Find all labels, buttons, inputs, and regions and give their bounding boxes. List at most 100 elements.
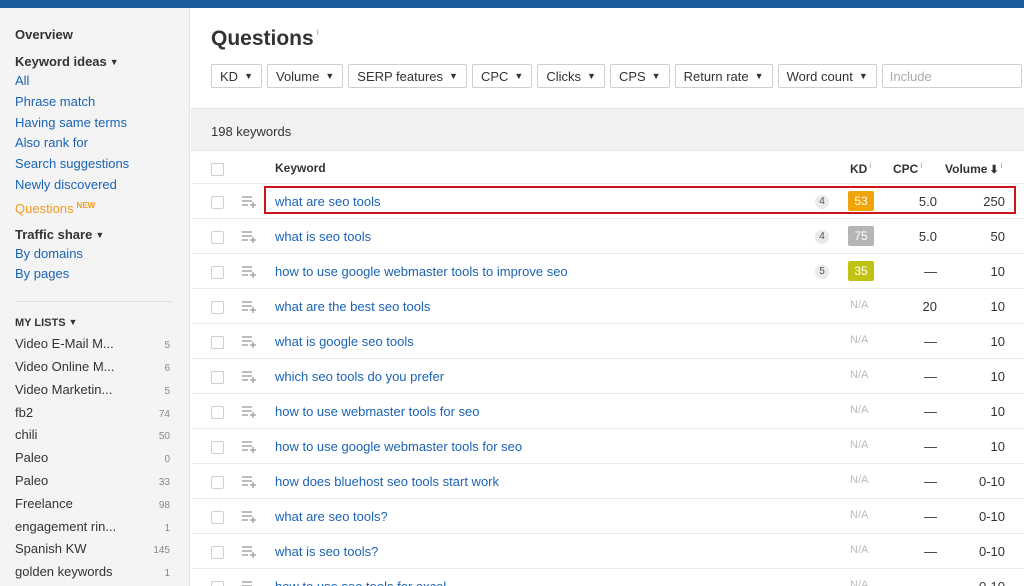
list-item-name[interactable]: golden keywords xyxy=(15,562,113,585)
add-to-list-icon[interactable] xyxy=(241,265,257,279)
filter-return-rate-dropdown[interactable]: Return rate ▼ xyxy=(674,64,773,88)
add-to-list-icon[interactable] xyxy=(241,195,257,209)
row-checkbox[interactable] xyxy=(211,301,224,314)
volume-value: 10 xyxy=(990,299,1005,314)
add-to-list-icon[interactable] xyxy=(241,335,257,349)
add-to-list-icon[interactable] xyxy=(241,230,257,244)
select-all-checkbox[interactable] xyxy=(211,163,224,176)
list-item-name[interactable]: Paleo xyxy=(15,471,48,494)
add-to-list-icon[interactable] xyxy=(241,300,257,314)
filter-cps-dropdown[interactable]: CPS ▼ xyxy=(609,64,670,88)
row-checkbox[interactable] xyxy=(211,476,224,489)
volume-value: 0-10 xyxy=(978,544,1005,559)
row-checkbox[interactable] xyxy=(211,581,224,586)
cpc-value: 5.0 xyxy=(918,194,937,209)
volume-value: 0-10 xyxy=(978,474,1005,489)
keyword-link[interactable]: how to use google webmaster tools for se… xyxy=(275,439,522,454)
sidebar-item-all[interactable]: All xyxy=(15,71,189,92)
sidebar-item-questions[interactable]: Questions NEW xyxy=(15,196,189,220)
list-item-count: 5 xyxy=(164,385,170,397)
table-row: how to use webmaster tools for seo N/A — 10 xyxy=(191,394,1024,429)
kd-na: N/A xyxy=(850,369,869,381)
list-item-name[interactable]: fb2 xyxy=(15,403,33,426)
header-cpc[interactable]: CPC i xyxy=(893,161,922,176)
list-item-name[interactable]: Freelance xyxy=(15,494,73,517)
list-item: Spanish KW 145 xyxy=(15,539,170,562)
include-input[interactable] xyxy=(881,64,1022,88)
list-item-name[interactable]: Video Marketin... xyxy=(15,380,112,403)
volume-value: 50 xyxy=(990,229,1005,244)
add-to-list-icon[interactable] xyxy=(241,370,257,384)
serp-features-count[interactable]: 5 xyxy=(815,265,829,279)
add-to-list-icon[interactable] xyxy=(241,510,257,524)
sidebar-item-label: By pages xyxy=(15,266,70,282)
table-row: what is seo tools? N/A — 0-10 xyxy=(191,534,1024,569)
sidebar-item-also-rank-for[interactable]: Also rank for xyxy=(15,133,189,154)
sidebar-item-newly-discovered[interactable]: Newly discovered xyxy=(15,175,189,196)
list-item-name[interactable]: Video Online M... xyxy=(15,357,114,380)
filter-label: Volume xyxy=(275,68,320,84)
row-checkbox[interactable] xyxy=(211,231,224,244)
info-icon[interactable]: i xyxy=(317,27,319,37)
sidebar-overview[interactable]: Overview xyxy=(15,26,189,44)
add-to-list-icon[interactable] xyxy=(241,580,257,586)
row-checkbox[interactable] xyxy=(211,441,224,454)
serp-features-count[interactable]: 4 xyxy=(815,230,829,244)
info-icon: i xyxy=(869,161,872,170)
info-icon: i xyxy=(920,161,923,170)
add-to-list-icon[interactable] xyxy=(241,405,257,419)
add-to-list-icon[interactable] xyxy=(241,545,257,559)
sidebar-item-phrase-match[interactable]: Phrase match xyxy=(15,92,189,113)
list-item: engagement rin... 1 xyxy=(15,517,170,540)
list-item-name[interactable]: Spanish KW xyxy=(15,539,87,562)
serp-features-count[interactable]: 4 xyxy=(815,195,829,209)
row-checkbox[interactable] xyxy=(211,336,224,349)
add-to-list-icon[interactable] xyxy=(241,475,257,489)
filter-word-count-dropdown[interactable]: Word count ▼ xyxy=(777,64,877,88)
keyword-link[interactable]: which seo tools do you prefer xyxy=(275,369,444,384)
row-checkbox[interactable] xyxy=(211,196,224,209)
header-volume[interactable]: Volume ⬇ i xyxy=(945,161,1002,176)
keyword-link[interactable]: how to use google webmaster tools to imp… xyxy=(275,264,568,279)
filter-volume-dropdown[interactable]: Volume ▼ xyxy=(266,64,344,88)
traffic-share-heading[interactable]: Traffic share ▼ xyxy=(15,226,189,244)
filter-cpc-dropdown[interactable]: CPC ▼ xyxy=(471,64,533,88)
header-kd[interactable]: KD i xyxy=(850,161,871,176)
header-volume-label: Volume xyxy=(945,162,988,176)
keyword-link[interactable]: what are seo tools xyxy=(275,194,381,209)
caret-down-icon: ▼ xyxy=(325,71,335,81)
row-checkbox[interactable] xyxy=(211,546,224,559)
sidebar-item-search-suggestions[interactable]: Search suggestions xyxy=(15,154,189,175)
volume-value: 10 xyxy=(990,404,1005,419)
add-to-list-icon[interactable] xyxy=(241,440,257,454)
list-item-name[interactable]: chili xyxy=(15,425,37,448)
sidebar-item-label: By domains xyxy=(15,245,83,261)
keyword-link[interactable]: what is seo tools xyxy=(275,229,371,244)
filter-serp-features-dropdown[interactable]: SERP features ▼ xyxy=(348,64,467,88)
list-item-name[interactable]: engagement rin... xyxy=(15,517,116,540)
kd-badge: 35 xyxy=(848,261,874,281)
keyword-link[interactable]: how to use seo tools for excel xyxy=(275,579,446,586)
sidebar-item-having-same-terms[interactable]: Having same terms xyxy=(15,113,189,134)
row-checkbox[interactable] xyxy=(211,266,224,279)
keyword-ideas-heading[interactable]: Keyword ideas ▼ xyxy=(15,53,189,71)
cpc-value: — xyxy=(924,474,937,489)
filter-kd-dropdown[interactable]: KD ▼ xyxy=(211,64,262,88)
keyword-link[interactable]: how does bluehost seo tools start work xyxy=(275,474,499,489)
list-item-name[interactable]: Paleo xyxy=(15,448,48,471)
keyword-link[interactable]: what is google seo tools xyxy=(275,334,414,349)
keyword-link[interactable]: how to use webmaster tools for seo xyxy=(275,404,480,419)
keyword-link[interactable]: what are the best seo tools xyxy=(275,299,430,314)
row-checkbox[interactable] xyxy=(211,406,224,419)
cpc-value: 20 xyxy=(922,299,937,314)
sidebar-item-by-pages[interactable]: By pages xyxy=(15,264,189,285)
row-checkbox[interactable] xyxy=(211,511,224,524)
header-keyword[interactable]: Keyword xyxy=(275,161,326,175)
list-item-name[interactable]: Video E-Mail M... xyxy=(15,334,114,357)
filter-clicks-dropdown[interactable]: Clicks ▼ xyxy=(537,64,605,88)
keyword-link[interactable]: what is seo tools? xyxy=(275,544,378,559)
sidebar-item-by-domains[interactable]: By domains xyxy=(15,244,189,265)
row-checkbox[interactable] xyxy=(211,371,224,384)
keyword-link[interactable]: what are seo tools? xyxy=(275,509,388,524)
my-lists-heading[interactable]: MY LISTS ▼ xyxy=(15,314,189,331)
